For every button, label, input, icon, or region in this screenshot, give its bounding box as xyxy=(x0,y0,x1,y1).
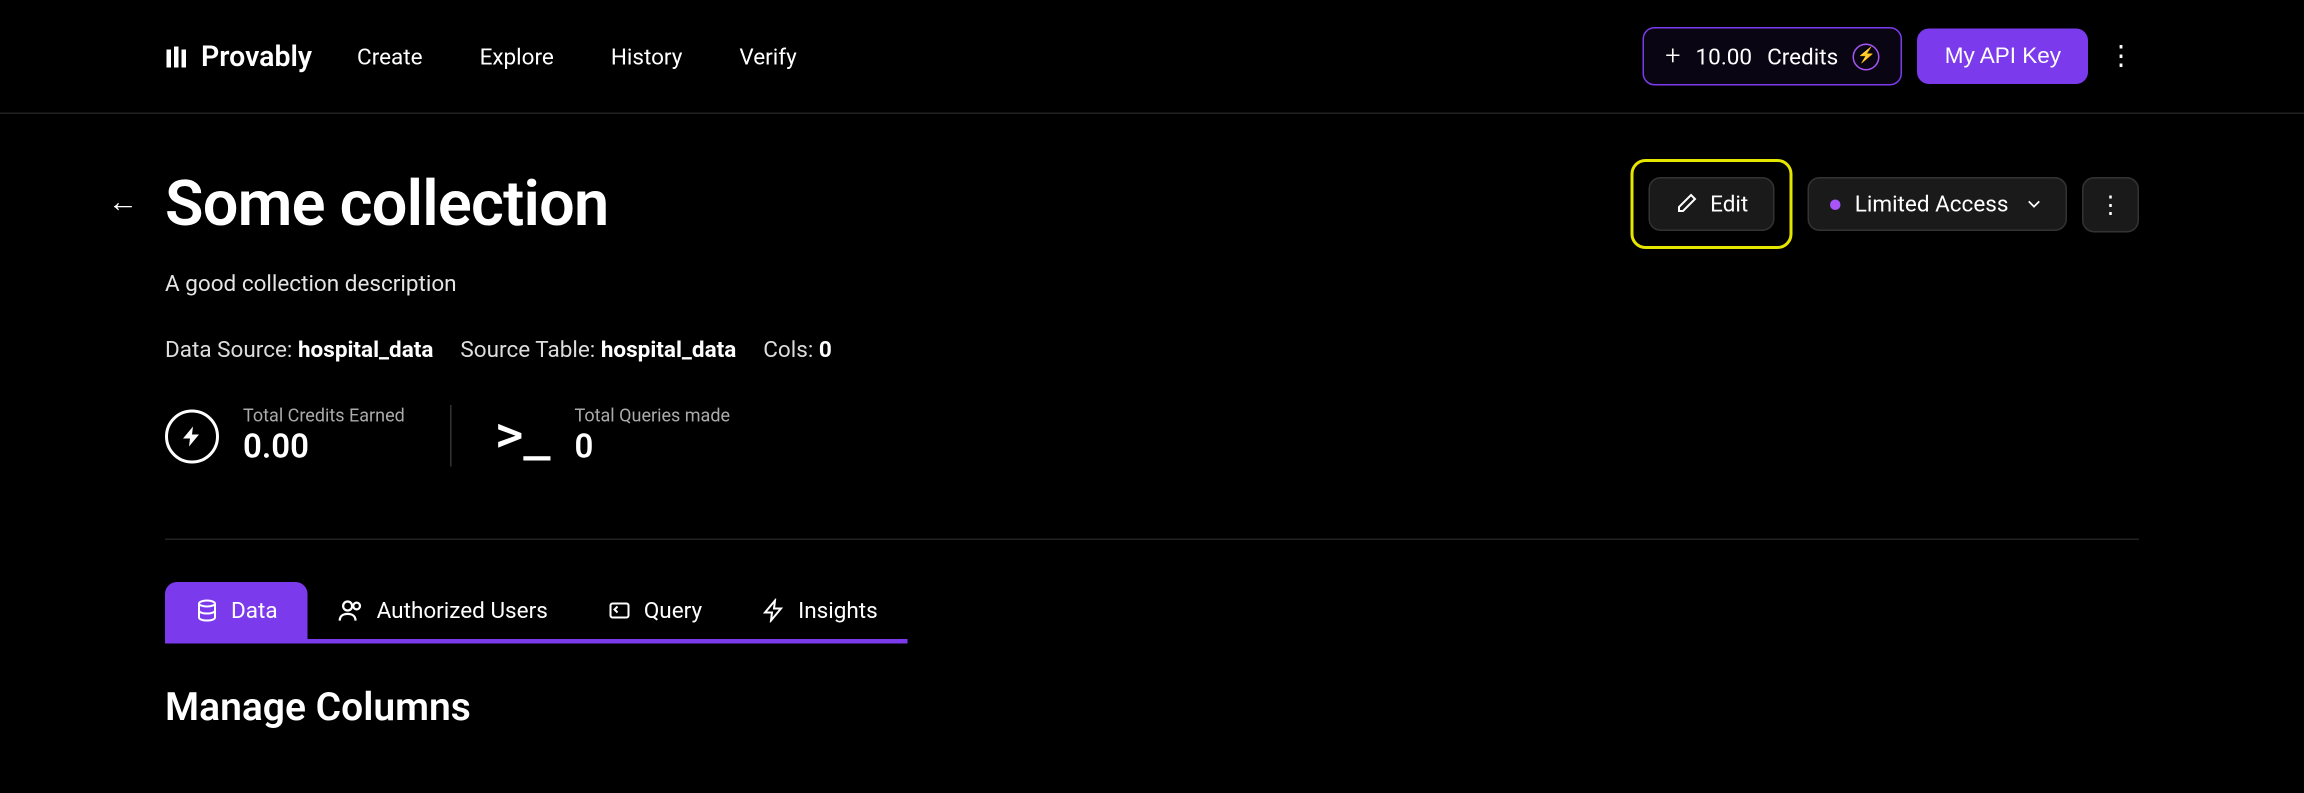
datasource-value: hospital_data xyxy=(298,336,433,363)
top-right-actions: + 10.00 Credits ⚡ My API Key ⋮ xyxy=(1643,27,2139,86)
access-label: Limited Access xyxy=(1855,191,2009,218)
nav-create[interactable]: Create xyxy=(357,43,423,70)
back-arrow-icon[interactable]: ← xyxy=(108,183,138,221)
main-nav: Create Explore History Verify xyxy=(357,43,797,70)
bolt-icon: ⚡ xyxy=(1853,43,1880,70)
tab-insights[interactable]: Insights xyxy=(732,582,908,639)
divider xyxy=(165,539,2139,541)
edit-label: Edit xyxy=(1710,191,1748,218)
cols-label: Cols: xyxy=(763,336,813,363)
credits-label: Credits xyxy=(1767,43,1838,70)
top-bar: Provably Create Explore History Verify +… xyxy=(0,0,2304,114)
section-title: Manage Columns xyxy=(165,686,2139,731)
stat-queries-label: Total Queries made xyxy=(574,405,730,426)
brand-logo[interactable]: Provably xyxy=(165,39,312,74)
stat-queries-text: Total Queries made 0 xyxy=(574,405,730,467)
cols-value: 0 xyxy=(819,336,832,363)
tab-query-label: Query xyxy=(644,597,702,624)
datasource-label: Data Source: xyxy=(165,336,292,363)
users-icon xyxy=(338,597,365,624)
title-row: Some collection Edit Limited Access xyxy=(165,159,2139,249)
terminal-icon: >_ xyxy=(496,410,550,463)
edit-highlight: Edit xyxy=(1631,159,1792,249)
edit-button[interactable]: Edit xyxy=(1649,177,1774,231)
meta-cols: Cols: 0 xyxy=(763,336,832,363)
stat-credits-value: 0.00 xyxy=(243,429,405,467)
tab-data-label: Data xyxy=(231,597,278,624)
tab-users-label: Authorized Users xyxy=(377,597,548,624)
database-icon xyxy=(195,599,219,623)
access-dropdown[interactable]: Limited Access xyxy=(1807,177,2067,231)
credits-button[interactable]: + 10.00 Credits ⚡ xyxy=(1643,27,1903,86)
nav-verify[interactable]: Verify xyxy=(739,43,796,70)
sourcetable-value: hospital_data xyxy=(601,336,736,363)
tab-query[interactable]: Query xyxy=(578,582,732,639)
tabs: Data Authorized Users Query Insights xyxy=(165,582,908,644)
pencil-icon xyxy=(1674,192,1698,216)
query-icon xyxy=(608,599,632,623)
nav-explore[interactable]: Explore xyxy=(480,43,554,70)
nav-history[interactable]: History xyxy=(611,43,683,70)
stats-row: Total Credits Earned 0.00 >_ Total Queri… xyxy=(165,405,2139,467)
stat-queries-value: 0 xyxy=(574,429,730,467)
meta-row: Data Source: hospital_data Source Table:… xyxy=(165,336,2139,363)
tab-authorized-users[interactable]: Authorized Users xyxy=(308,582,578,639)
plus-icon: + xyxy=(1665,41,1680,73)
sourcetable-label: Source Table: xyxy=(460,336,595,363)
insights-icon xyxy=(762,599,786,623)
tab-data[interactable]: Data xyxy=(165,582,308,639)
page-content: ← Some collection Edit Limited Access xyxy=(0,114,2304,731)
chevron-down-icon xyxy=(2024,194,2045,215)
api-key-button[interactable]: My API Key xyxy=(1918,29,2088,85)
page-menu-kebab[interactable]: ⋮ xyxy=(2082,176,2139,232)
tab-insights-label: Insights xyxy=(798,597,878,624)
logo-icon xyxy=(165,44,189,68)
bolt-circle-icon xyxy=(165,409,219,463)
page-title: Some collection xyxy=(165,167,609,241)
meta-datasource: Data Source: hospital_data xyxy=(165,336,433,363)
brand-name: Provably xyxy=(201,39,312,74)
stat-credits-text: Total Credits Earned 0.00 xyxy=(243,405,405,467)
title-actions: Edit Limited Access ⋮ xyxy=(1631,159,2139,249)
top-menu-kebab[interactable]: ⋮ xyxy=(2103,41,2139,73)
status-dot-icon xyxy=(1829,199,1840,210)
stat-queries: >_ Total Queries made 0 xyxy=(450,405,775,467)
stat-credits: Total Credits Earned 0.00 xyxy=(165,405,450,467)
stat-credits-label: Total Credits Earned xyxy=(243,405,405,426)
page-description: A good collection description xyxy=(165,270,2139,297)
meta-sourcetable: Source Table: hospital_data xyxy=(460,336,736,363)
credits-amount: 10.00 xyxy=(1696,43,1753,70)
